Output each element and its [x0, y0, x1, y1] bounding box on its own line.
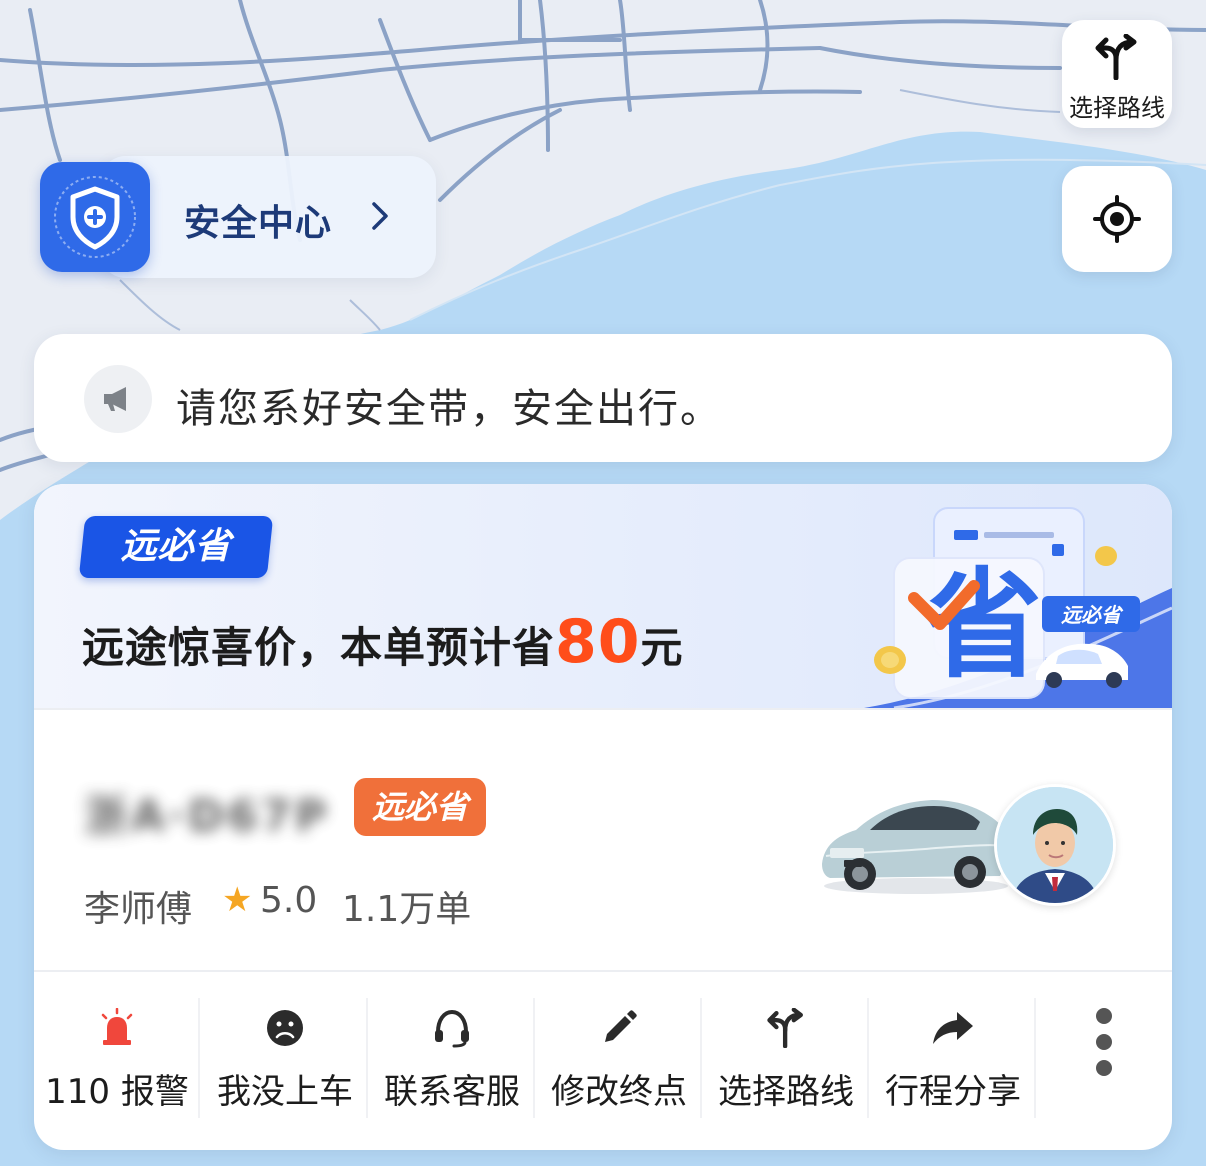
megaphone-badge [84, 365, 152, 433]
safety-center-badge [40, 162, 150, 272]
trip-card: 远必省 远途惊喜价，本单预计省80元 省 远必省 浙A·D67P 远必省 李师傅… [34, 484, 1172, 1150]
sad-face-icon-wrap [202, 1008, 368, 1052]
pencil-icon-wrap [536, 1008, 702, 1052]
more-dot [1096, 1008, 1112, 1024]
promo-title-prefix: 远途惊喜价，本单预计省 [82, 623, 556, 672]
alarm-light-icon [101, 1008, 133, 1045]
driver-orders: 1.1万单 [342, 889, 472, 930]
divider [533, 998, 535, 1118]
license-plate-text: 浙A·D67P [84, 791, 330, 842]
megaphone-icon [104, 387, 126, 411]
route-fork-icon [767, 1008, 803, 1048]
not-boarded-button[interactable]: 我没上车 [202, 998, 368, 1122]
driver-avatar-photo [997, 787, 1113, 903]
divider [867, 998, 869, 1118]
route-fork-icon-wrap [703, 1008, 869, 1052]
share-trip-button[interactable]: 行程分享 [870, 998, 1036, 1122]
notice-bar: 请您系好安全带，安全出行。 [34, 334, 1172, 462]
promo-logo-text: 远必省 [120, 526, 232, 567]
promo-art-tag: 远必省 [1061, 603, 1124, 627]
action-bar: 110 报警 我没上车 联系客服 修改终点 选择路线 行程分享 [34, 970, 1172, 1150]
more-dot [1096, 1060, 1112, 1076]
more-dot [1096, 1034, 1112, 1050]
divider [700, 998, 702, 1118]
driver-info: 浙A·D67P 远必省 李师傅 ★ 5.0 1.1万单 [34, 708, 1172, 970]
license-plate: 浙A·D67P [84, 780, 344, 842]
not-boarded-label: 我没上车 [217, 1072, 353, 1112]
promo-logo: 远必省 [78, 516, 274, 578]
locate-crosshair-icon [1093, 195, 1141, 243]
select-route-label: 选择路线 [718, 1072, 854, 1112]
share-arrow-icon [933, 1012, 973, 1044]
promo-illustration: 省 远必省 [864, 507, 1172, 708]
safety-center-label: 安全中心 [184, 203, 333, 244]
share-arrow-icon-wrap [870, 1008, 1036, 1052]
driver-rating: 5.0 [260, 880, 318, 921]
contact-support-label: 联系客服 [384, 1072, 520, 1112]
chevron-right-icon [372, 202, 388, 230]
pencil-icon [605, 1010, 637, 1042]
share-trip-label: 行程分享 [885, 1072, 1021, 1112]
headset-icon-wrap [369, 1008, 535, 1052]
change-destination-button[interactable]: 修改终点 [536, 998, 702, 1122]
sad-face-icon [267, 1010, 303, 1046]
rating-star-icon: ★ [222, 880, 253, 920]
fare-badge: 远必省 [354, 778, 486, 836]
select-route-button[interactable]: 选择路线 [703, 998, 869, 1122]
driver-avatar[interactable] [994, 784, 1116, 906]
change-destination-label: 修改终点 [551, 1072, 687, 1112]
select-route-map-label: 选择路线 [1069, 94, 1165, 122]
route-fork-icon [1095, 34, 1137, 80]
call-police-button[interactable]: 110 报警 [34, 998, 200, 1122]
alarm-light-icon-wrap [34, 1008, 200, 1052]
divider [1034, 998, 1036, 1118]
promo-unit: 元 [640, 623, 684, 672]
vehicle-image [822, 800, 1009, 894]
notice-text: 请您系好安全带，安全出行。 [176, 386, 722, 432]
promo-title: 远途惊喜价，本单预计省80元 [82, 612, 684, 678]
select-route-map-button[interactable]: 选择路线 [1062, 20, 1172, 128]
promo-banner[interactable]: 远必省 远途惊喜价，本单预计省80元 省 远必省 [34, 484, 1172, 708]
divider [198, 998, 200, 1118]
call-police-label: 110 报警 [45, 1072, 189, 1112]
divider [366, 998, 368, 1118]
driver-name: 李师傅 [84, 889, 193, 930]
promo-amount: 80 [555, 607, 641, 677]
locate-me-button[interactable] [1062, 166, 1172, 272]
more-vertical-icon[interactable] [1076, 998, 1136, 1122]
shield-plus-icon [54, 176, 136, 258]
contact-support-button[interactable]: 联系客服 [369, 998, 535, 1122]
safety-center-button[interactable]: 安全中心 [40, 156, 436, 278]
headset-icon [435, 1009, 469, 1048]
